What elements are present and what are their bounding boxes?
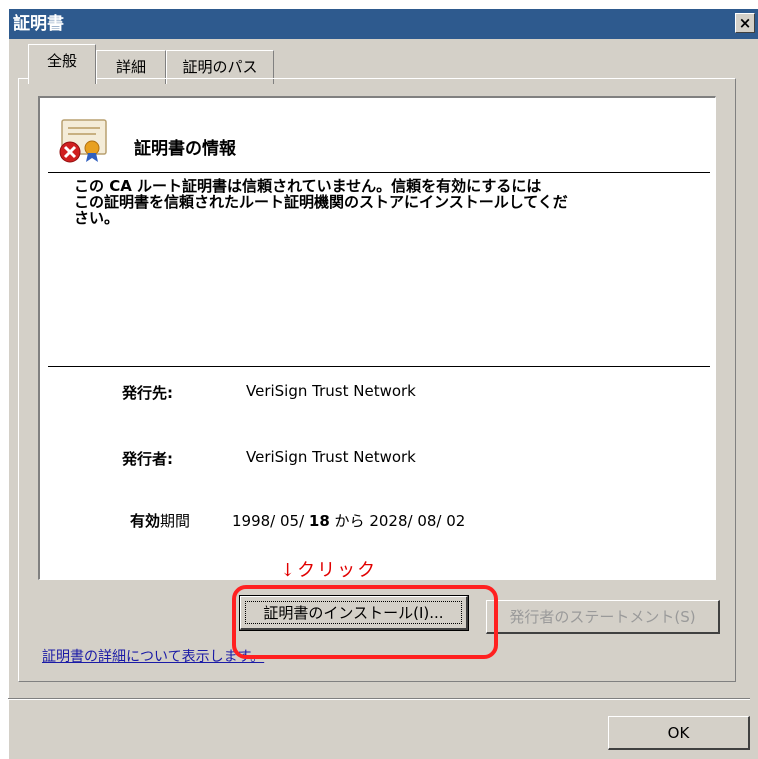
validity-label: 有効期間 [130, 512, 191, 530]
title-bar[interactable]: 証明書 × [9, 9, 758, 39]
close-button[interactable]: × [735, 13, 755, 33]
issued-by-value: VeriSign Trust Network [246, 448, 416, 466]
ok-button-label: OK [667, 724, 690, 742]
issued-by-label: 発行者: [122, 450, 173, 468]
click-annotation: ↓クリック [280, 560, 378, 581]
issued-to-label: 発行先: [122, 384, 173, 402]
issuer-statement-button-label: 発行者のステートメント(S) [509, 608, 696, 626]
certificate-info-panel: 証明書の情報 この CA ルート証明書は信頼されていません。信頼を有効にするには… [38, 96, 716, 580]
tab-general[interactable]: 全般 [28, 44, 96, 84]
tab-details-label: 詳細 [115, 58, 146, 76]
issued-to-value: VeriSign Trust Network [246, 382, 416, 400]
certificate-details-link[interactable]: 証明書の詳細について表示します。 [42, 646, 264, 666]
close-icon: × [738, 14, 752, 32]
untrusted-certificate-icon [59, 119, 107, 163]
tab-certification-path-label: 証明のパス [182, 58, 258, 76]
info-title: 証明書の情報 [134, 139, 236, 159]
trust-warning-message: この CA ルート証明書は信頼されていません。信頼を有効にするには この証明書を… [74, 177, 568, 227]
install-button-highlight [232, 585, 498, 659]
details-divider [48, 366, 710, 367]
tab-general-label: 全般 [46, 52, 77, 70]
window-title: 証明書 [13, 14, 64, 34]
ok-button[interactable]: OK [608, 716, 750, 750]
issuer-statement-button[interactable]: 発行者のステートメント(S) [486, 600, 720, 634]
info-title-divider [48, 172, 710, 173]
validity-range: 1998/ 05/ 18 から 2028/ 08/ 02 [232, 512, 466, 530]
footer-divider [8, 698, 750, 700]
